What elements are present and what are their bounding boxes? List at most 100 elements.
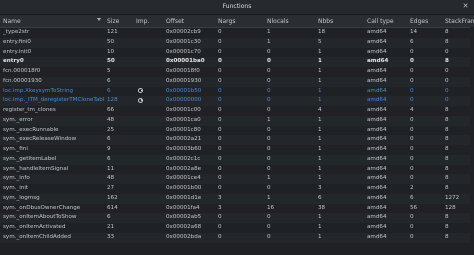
cell-nlocals: 0	[267, 68, 271, 74]
cell-imp	[133, 57, 163, 67]
cell-name: _type2str	[3, 29, 30, 35]
table-row[interactable]: fcn.000018f0 5 0x000018f0 0 0 1 amd64 0 0	[0, 67, 474, 77]
table-row[interactable]: sym._info 48 0x00001ce4 0 1 1 amd64 0 8	[0, 174, 474, 184]
column-header-label: Offset	[166, 17, 185, 25]
table-row[interactable]: sym._error 48 0x00001ca0 0 1 1 amd64 0 8	[0, 115, 474, 126]
cell-size: 6	[107, 214, 111, 221]
column-header-label: StackFrame	[445, 17, 474, 25]
column-header-edges[interactable]: Edges	[407, 15, 442, 27]
cell-edges: 0	[410, 87, 414, 94]
cell-nargs: 0	[218, 185, 222, 191]
cell-nargs: 0	[218, 38, 222, 45]
cell-imp	[133, 96, 163, 106]
cell-size: 128	[107, 97, 118, 104]
table-row[interactable]: sym._logmsg 162 0x00001d1e 3 1 6 amd64 6 1272	[0, 193, 474, 204]
cell-nargs: 0	[218, 175, 222, 182]
cell-nbbs: 1	[318, 224, 322, 230]
table-row[interactable]: register_tm_clones 66 0x00001c00 0 0 4 amd64 4 8	[0, 106, 474, 116]
cell-nlocals: 1	[267, 38, 271, 45]
cell-offset: 0x00002a8e	[166, 165, 202, 172]
cell-call: amd64	[367, 233, 387, 240]
cell-size: 25	[107, 126, 115, 133]
cell-nlocals: 0	[267, 233, 271, 240]
cell-edges: 0	[410, 126, 414, 133]
table-row[interactable]: sym._onDbusOwnerChange 614 0x00001fa4 3 16 38…	[0, 204, 474, 214]
cell-offset: 0x00002bda	[166, 233, 202, 240]
column-header-size[interactable]: Size	[104, 15, 133, 27]
cell-imp	[133, 28, 163, 38]
cell-nargs: 0	[218, 214, 222, 221]
table-row[interactable]: sym._onItemActivated 21 0x00002a68 0 0 1 amd64…	[0, 223, 474, 233]
table-row[interactable]: sym._onItemAboutToShow 6 0x00002ab5 0 0 1 amd6…	[0, 213, 474, 223]
cell-edges: 0	[410, 58, 414, 65]
cell-offset: 0x00001fa4	[166, 204, 200, 211]
cell-nargs: 0	[218, 136, 222, 143]
close-icon[interactable]: ✕	[461, 2, 470, 11]
cell-imp	[133, 145, 163, 155]
cell-edges: 0	[410, 175, 414, 182]
table-row[interactable]: sym._handleItemSignal 11 0x00002a8e 0 0 1 amd6…	[0, 165, 474, 175]
column-header-stack[interactable]: StackFrame	[442, 15, 474, 27]
cell-imp	[133, 106, 163, 116]
cell-nlocals: 0	[267, 185, 271, 191]
cell-name: sym._handleItemSignal	[3, 165, 69, 172]
table-row[interactable]: sym._onItemChildAdded 33 0x00002bda 0 0 1 amd6…	[0, 232, 474, 243]
cell-name: sym._getItemLabel	[3, 155, 57, 162]
column-header-imp[interactable]: Imp.	[133, 15, 163, 27]
column-header-nlocals[interactable]: Nlocals	[264, 15, 315, 27]
column-header-call[interactable]: Call type	[364, 15, 407, 27]
cell-nargs: 0	[218, 68, 222, 74]
cell-edges: 14	[410, 29, 418, 35]
cell-imp	[133, 233, 163, 243]
cell-nbbs: 1	[318, 175, 322, 182]
cell-imp	[133, 116, 163, 126]
table-row[interactable]: loc.imp.XkeysymToString 6 0x00001b50 0 0 1 amd…	[0, 87, 474, 97]
cell-edges: 0	[410, 155, 414, 162]
column-header-label: Edges	[410, 17, 429, 25]
cell-nbbs: 1	[318, 116, 322, 123]
cell-offset: 0x00002a21	[166, 136, 202, 143]
cell-imp	[133, 174, 163, 184]
cell-offset: 0x00002cb9	[166, 29, 201, 35]
cell-offset: 0x000018f0	[166, 68, 200, 74]
table-row[interactable]: fcn.00001930 6 0x00001930 0 0 1 amd64 0 0	[0, 76, 474, 87]
cell-nlocals: 0	[267, 77, 271, 84]
table-row[interactable]: entry0 50 0x00001ba0 0 0 1 amd64 0 8	[0, 57, 474, 67]
column-header-nargs[interactable]: Nargs	[215, 15, 264, 27]
cell-name: register_tm_clones	[3, 107, 56, 113]
cell-offset: 0x00001c80	[166, 126, 201, 133]
cell-edges: 0	[410, 116, 414, 123]
table-row[interactable]: _type2str 121 0x00002cb9 0 1 18 amd64 14 8	[0, 28, 474, 38]
column-header-name[interactable]: Name	[0, 15, 104, 27]
table-row[interactable]: entry.fini0 50 0x00001c30 0 1 5 amd64 6 8	[0, 37, 474, 48]
cell-nargs: 0	[218, 97, 222, 104]
cell-nbbs: 1	[318, 165, 322, 172]
cell-name: fcn.00001930	[3, 77, 42, 84]
cell-nbbs: 18	[318, 29, 326, 35]
cell-name: loc.imp._ITM_deregisterTMCloneTable	[3, 97, 104, 104]
vertical-scrollbar[interactable]	[470, 27, 474, 255]
cell-name: entry0	[3, 58, 24, 65]
cell-nlocals: 0	[267, 58, 271, 65]
cell-call: amd64	[367, 48, 387, 55]
cell-nlocals: 0	[267, 87, 271, 94]
cell-call: amd64	[367, 194, 387, 201]
table-row[interactable]: sym._init 27 0x00001b00 0 0 3 amd64 2 8	[0, 184, 474, 194]
cell-nargs: 0	[218, 224, 222, 230]
cell-name: sym._execReleaseWindow	[3, 136, 77, 143]
cell-size: 48	[107, 175, 115, 182]
table-row[interactable]: sym._execReleaseWindow 6 0x00002a21 0 0 1 amd6…	[0, 135, 474, 145]
table-row[interactable]: sym._getItemLabel 6 0x00002c1c 0 0 1 amd64 0 8	[0, 154, 474, 165]
cell-nargs: 0	[218, 155, 222, 162]
cell-offset: 0x00001c70	[166, 48, 201, 55]
column-header-offset[interactable]: Offset	[163, 15, 215, 27]
table-row[interactable]: sym._execRunnable 25 0x00001c80 0 0 1 amd64 0 8	[0, 126, 474, 136]
table-row[interactable]: entry.init0 10 0x00001c70 0 0 1 amd64 0 0	[0, 48, 474, 58]
column-header-nbbs[interactable]: Nbbs	[315, 15, 364, 27]
table-row[interactable]: loc.imp._ITM_deregisterTMCloneTable 128 0x…	[0, 96, 474, 106]
cell-offset: 0x00002c1c	[166, 155, 201, 162]
cell-imp	[133, 204, 163, 214]
cell-offset: 0x00000000	[166, 97, 202, 104]
cell-call: amd64	[367, 68, 387, 74]
table-row[interactable]: sym._fini 9 0x00003b60 0 0 1 amd64 0 8	[0, 145, 474, 155]
